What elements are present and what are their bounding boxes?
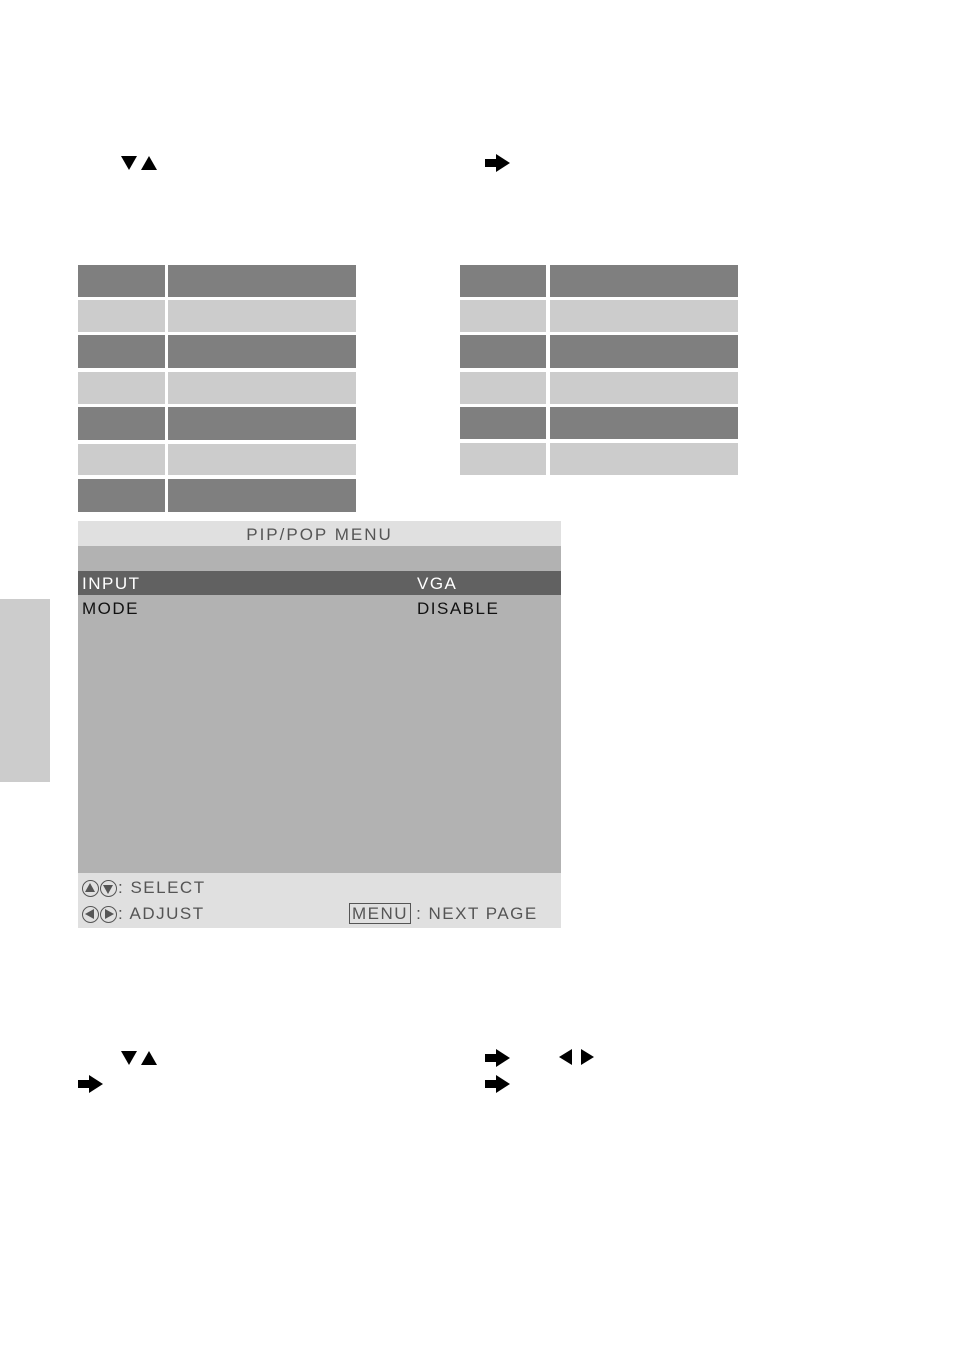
osd-item-label: MODE	[82, 599, 139, 618]
table-row	[78, 300, 356, 332]
table-cell-value	[168, 265, 356, 297]
table-cell-key	[78, 479, 165, 512]
table-row	[78, 479, 356, 512]
right-arrow-icon	[485, 1075, 511, 1093]
osd-menu-footer: : SELECT : ADJUST MENU: NEXT PAGE	[78, 873, 561, 928]
table-cell-value	[168, 300, 356, 332]
right-arrow-icon	[485, 154, 511, 172]
down-triangle-icon	[121, 156, 137, 170]
table-row	[460, 443, 738, 475]
table-cell-key	[460, 335, 546, 368]
select-hint: : SELECT	[82, 878, 206, 898]
table-cell-key	[78, 265, 165, 297]
table-cell-value	[550, 372, 738, 404]
table-cell-value	[550, 335, 738, 368]
left-triangle-icon	[559, 1049, 572, 1065]
right-button-icon	[100, 906, 117, 924]
table-row	[78, 335, 356, 368]
up-triangle-icon	[141, 156, 157, 170]
table-cell-value	[168, 372, 356, 404]
table-cell-key	[460, 443, 546, 475]
table-row	[78, 444, 356, 475]
table-cell-value	[550, 407, 738, 439]
left-table	[78, 265, 356, 512]
chapter-side-tab	[0, 599, 50, 782]
down-triangle-icon	[121, 1051, 137, 1065]
table-cell-key	[78, 300, 165, 332]
pip-pop-osd-menu: PIP/POP MENU INPUT VGA MODE DISABLE : SE…	[78, 521, 561, 928]
osd-item-value: DISABLE	[417, 599, 500, 618]
table-row	[460, 300, 738, 332]
table-cell-key	[78, 372, 165, 404]
table-row	[78, 407, 356, 440]
right-arrow-icon	[485, 1049, 511, 1067]
menu-key-label: MENU	[349, 903, 412, 924]
table-cell-value	[550, 265, 738, 297]
up-triangle-icon	[141, 1051, 157, 1065]
adjust-hint: : ADJUST	[82, 904, 205, 924]
osd-item-label: INPUT	[82, 574, 141, 593]
table-cell-key	[460, 265, 546, 297]
right-table	[460, 265, 738, 475]
table-row	[460, 265, 738, 297]
table-cell-key	[78, 444, 165, 475]
next-page-hint-text: : NEXT PAGE	[416, 904, 538, 923]
osd-menu-title: PIP/POP MENU	[78, 521, 561, 546]
table-cell-key	[460, 372, 546, 404]
table-cell-key	[460, 300, 546, 332]
table-cell-key	[78, 407, 165, 440]
table-cell-value	[168, 407, 356, 440]
table-cell-value	[168, 335, 356, 368]
table-cell-value	[550, 300, 738, 332]
table-cell-value	[168, 444, 356, 475]
select-hint-text: : SELECT	[118, 878, 206, 897]
adjust-hint-text: : ADJUST	[118, 904, 205, 923]
table-cell-value	[550, 443, 738, 475]
table-row	[460, 372, 738, 404]
table-row	[460, 407, 738, 439]
next-page-hint: MENU: NEXT PAGE	[349, 903, 538, 924]
table-cell-value	[168, 479, 356, 512]
left-button-icon	[82, 906, 99, 924]
osd-menu-item-input[interactable]: INPUT VGA	[78, 571, 561, 595]
right-triangle-icon	[581, 1049, 594, 1065]
right-arrow-icon	[78, 1075, 104, 1093]
down-button-icon	[100, 880, 117, 898]
table-row	[78, 372, 356, 404]
table-cell-key	[460, 407, 546, 439]
osd-menu-item-mode[interactable]: MODE DISABLE	[78, 596, 561, 620]
table-row	[78, 265, 356, 297]
table-cell-key	[78, 335, 165, 368]
up-button-icon	[82, 880, 99, 898]
osd-item-value: VGA	[417, 574, 458, 593]
table-row	[460, 335, 738, 368]
